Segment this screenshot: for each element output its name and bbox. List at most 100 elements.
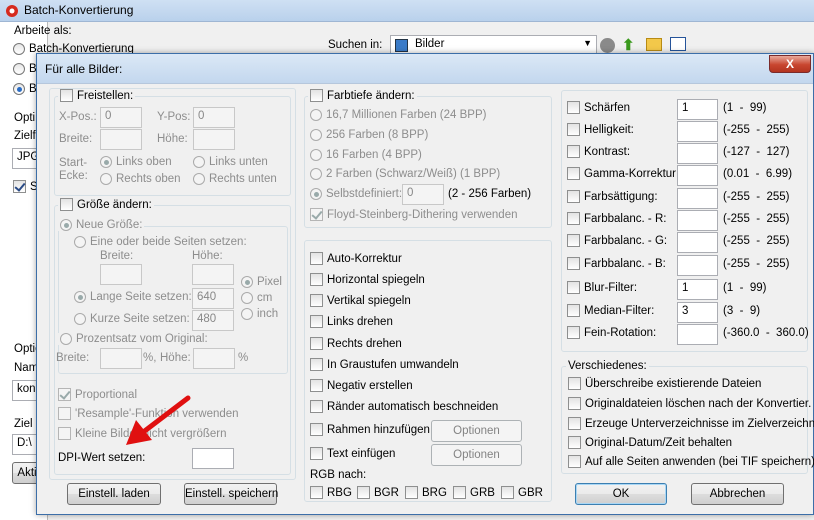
- adjust-checkbox[interactable]: [567, 257, 580, 270]
- farbtiefe-4bpp-radio[interactable]: [310, 149, 322, 161]
- adjust-input[interactable]: [677, 232, 718, 253]
- adjust-input[interactable]: 1: [677, 99, 718, 120]
- links-unten-radio[interactable]: [193, 156, 205, 168]
- adjust-input[interactable]: [677, 324, 718, 345]
- up-folder-icon[interactable]: ⬆: [622, 36, 638, 54]
- kurze-seite-input[interactable]: 480: [192, 310, 234, 331]
- xpos-input[interactable]: 0: [100, 107, 142, 128]
- alle-seiten-checkbox[interactable]: [568, 455, 581, 468]
- adjust-row: Fein-Rotation:: [567, 326, 656, 339]
- rahmen-optionen-button[interactable]: Optionen: [431, 420, 522, 442]
- proportional-checkbox[interactable]: [58, 388, 71, 401]
- adjust-range: (-255 - 255): [723, 235, 790, 247]
- rgb-rbg-checkbox[interactable]: [310, 486, 323, 499]
- kleine-bilder-checkbox[interactable]: [58, 427, 71, 440]
- einstell-speichern-button[interactable]: Einstell. speichern: [184, 483, 278, 505]
- rgb-brg-label: BRG: [422, 486, 447, 499]
- horizontal-spiegeln-checkbox[interactable]: [310, 273, 323, 286]
- view-menu-icon[interactable]: [670, 37, 686, 51]
- prozentsatz-radio[interactable]: [60, 333, 72, 345]
- rgb-brg-checkbox[interactable]: [405, 486, 418, 499]
- links-oben-radio[interactable]: [100, 156, 112, 168]
- farbtiefe-1bpp-radio[interactable]: [310, 168, 322, 180]
- raender-checkbox[interactable]: [310, 400, 323, 413]
- adjust-checkbox[interactable]: [567, 123, 580, 136]
- rechts-unten-radio[interactable]: [193, 173, 205, 185]
- raender-label: Ränder automatisch beschneiden: [327, 400, 499, 413]
- ypos-input[interactable]: 0: [193, 107, 235, 128]
- adjust-checkbox[interactable]: [567, 234, 580, 247]
- bg-radio-2[interactable]: [13, 63, 25, 75]
- adjust-checkbox[interactable]: [567, 145, 580, 158]
- freistellen-checkbox[interactable]: [60, 89, 73, 102]
- new-folder-icon[interactable]: [646, 38, 662, 51]
- adjust-checkbox[interactable]: [567, 326, 580, 339]
- dpi-input[interactable]: [192, 448, 234, 469]
- adjust-input[interactable]: [677, 165, 718, 186]
- farbtiefe-checkbox[interactable]: [310, 89, 323, 102]
- lange-seite-input[interactable]: 640: [192, 288, 234, 309]
- size-hoehe-input[interactable]: [192, 264, 234, 285]
- graustufen-checkbox[interactable]: [310, 358, 323, 371]
- pixel-radio[interactable]: [241, 276, 253, 288]
- lange-seite-radio[interactable]: [74, 291, 86, 303]
- back-icon[interactable]: [600, 38, 615, 53]
- vertikal-spiegeln-checkbox[interactable]: [310, 294, 323, 307]
- bg-s-checkbox[interactable]: [13, 180, 26, 193]
- selbst-radio[interactable]: [310, 188, 322, 200]
- einstell-laden-button[interactable]: Einstell. laden: [67, 483, 161, 505]
- adjust-checkbox[interactable]: [567, 212, 580, 225]
- pct-hoehe-input[interactable]: [193, 348, 235, 369]
- adjust-checkbox[interactable]: [567, 190, 580, 203]
- size-breite-input[interactable]: [100, 264, 142, 285]
- adjust-input[interactable]: [677, 255, 718, 276]
- auto-korrektur-checkbox[interactable]: [310, 252, 323, 265]
- ok-button[interactable]: OK: [575, 483, 667, 505]
- abbrechen-button[interactable]: Abbrechen: [691, 483, 784, 505]
- neue-groesse-radio[interactable]: [60, 219, 72, 231]
- crop-hoehe-input[interactable]: [193, 129, 235, 150]
- adjust-input[interactable]: [677, 210, 718, 231]
- loeschen-checkbox[interactable]: [568, 397, 581, 410]
- adjust-checkbox[interactable]: [567, 167, 580, 180]
- links-drehen-checkbox[interactable]: [310, 315, 323, 328]
- rgb-gbr-checkbox[interactable]: [501, 486, 514, 499]
- unterverzeichnisse-checkbox[interactable]: [568, 417, 581, 430]
- kurze-seite-radio[interactable]: [74, 313, 86, 325]
- adjust-range: (0.01 - 6.99): [723, 168, 793, 180]
- rechts-unten-label: Rechts unten: [209, 173, 277, 185]
- groesse-checkbox[interactable]: [60, 198, 73, 211]
- negativ-checkbox[interactable]: [310, 379, 323, 392]
- adjust-checkbox[interactable]: [567, 304, 580, 317]
- cm-radio[interactable]: [241, 292, 253, 304]
- rechts-drehen-checkbox[interactable]: [310, 337, 323, 350]
- text-einfuegen-checkbox[interactable]: [310, 447, 323, 460]
- close-button[interactable]: X: [769, 55, 811, 73]
- pct-breite-input[interactable]: [100, 348, 142, 369]
- bg-radio-1[interactable]: [13, 43, 25, 55]
- adjust-input[interactable]: 1: [677, 279, 718, 300]
- floyd-checkbox[interactable]: [310, 208, 323, 221]
- eine-oder-beide-radio[interactable]: [74, 236, 86, 248]
- inch-radio[interactable]: [241, 308, 253, 320]
- farbtiefe-24bpp-radio[interactable]: [310, 109, 322, 121]
- rechts-oben-radio[interactable]: [100, 173, 112, 185]
- adjust-input[interactable]: [677, 188, 718, 209]
- adjust-input[interactable]: [677, 143, 718, 164]
- rgb-grb-checkbox[interactable]: [453, 486, 466, 499]
- resample-checkbox[interactable]: [58, 407, 71, 420]
- adjust-checkbox[interactable]: [567, 101, 580, 114]
- farbtiefe-8bpp-radio[interactable]: [310, 129, 322, 141]
- datum-zeit-checkbox[interactable]: [568, 436, 581, 449]
- crop-breite-input[interactable]: [100, 129, 142, 150]
- adjust-checkbox[interactable]: [567, 281, 580, 294]
- rahmen-checkbox[interactable]: [310, 423, 323, 436]
- adjust-input[interactable]: [677, 121, 718, 142]
- eine-oder-beide-label: Eine oder beide Seiten setzen:: [90, 236, 247, 248]
- text-optionen-button[interactable]: Optionen: [431, 444, 522, 466]
- adjust-input[interactable]: 3: [677, 302, 718, 323]
- rgb-bgr-checkbox[interactable]: [357, 486, 370, 499]
- bg-radio-3[interactable]: [13, 83, 25, 95]
- ueberschreibe-checkbox[interactable]: [568, 377, 581, 390]
- selbst-input[interactable]: 0: [402, 184, 444, 205]
